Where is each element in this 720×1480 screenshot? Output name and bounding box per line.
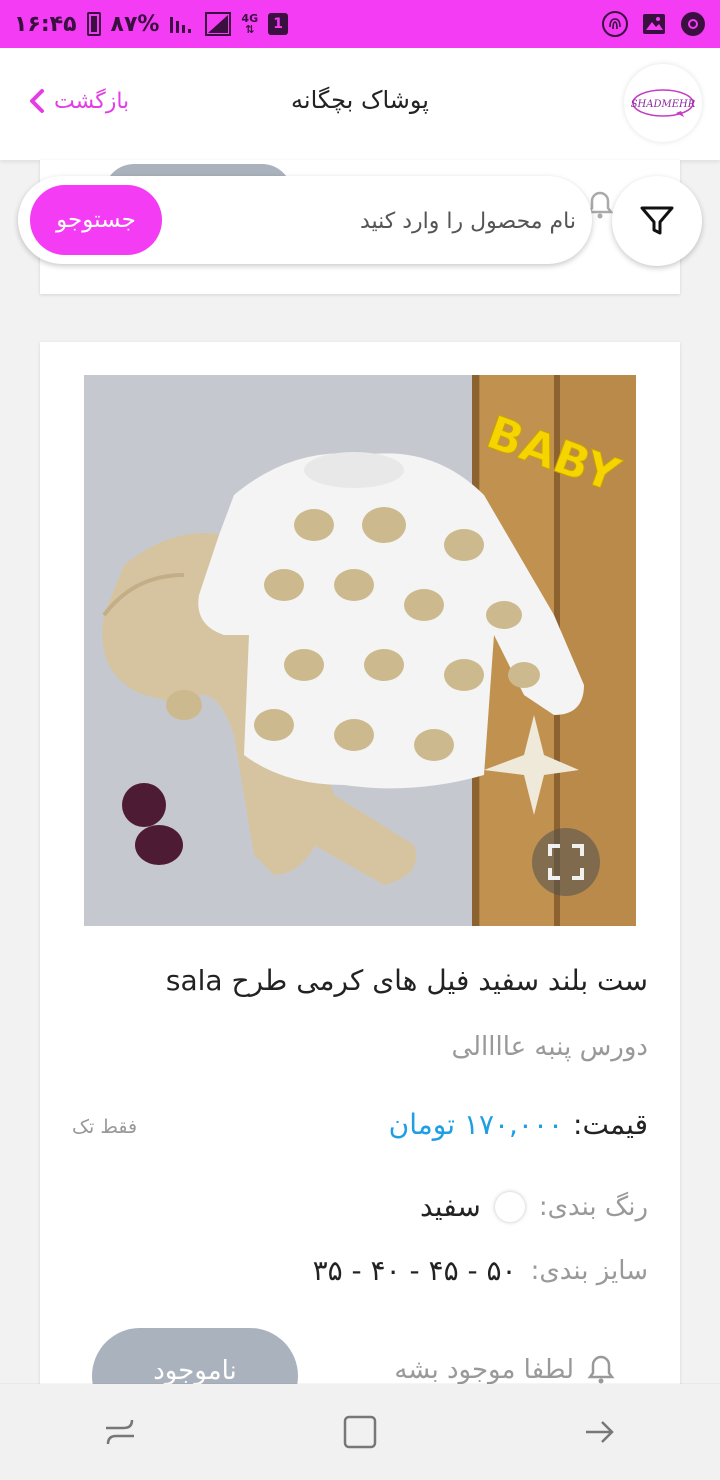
- chrome-icon: [680, 11, 706, 37]
- size-label: سایز بندی:: [530, 1255, 648, 1286]
- status-time: ۱۶:۴۵: [14, 11, 77, 37]
- color-label: رنگ بندی:: [538, 1191, 648, 1222]
- notify-label: لطفا موجود بشه: [394, 1355, 574, 1385]
- color-value: سفید: [420, 1190, 481, 1223]
- brand-logo[interactable]: SHADMEHR: [624, 64, 702, 142]
- price-row: قیمت: ۱۷۰,۰۰۰ تومان: [389, 1108, 648, 1141]
- navigation-bar: [0, 1384, 720, 1480]
- filter-icon: [640, 206, 674, 235]
- gallery-icon: [642, 13, 666, 35]
- sim-icon: 1: [268, 13, 289, 35]
- product-card: BABY ست بلند سفید فیل های کرمی طرح sala …: [40, 342, 680, 1442]
- product-subtitle: دورس پنبه عاااالی: [451, 1032, 648, 1062]
- product-title: ست بلند سفید فیل های کرمی طرح sala: [165, 964, 648, 997]
- search-input[interactable]: [178, 198, 578, 244]
- signal-icon: [205, 12, 232, 36]
- status-bar: ۱۶:۴۵ ۸۷% 4G ⇅ 1: [0, 0, 720, 48]
- expand-image-button[interactable]: [532, 828, 600, 896]
- app-header: بازگشت پوشاک بچگانه SHADMEHR: [0, 48, 720, 160]
- nav-back-button[interactable]: [560, 1392, 640, 1472]
- page-title: پوشاک بچگانه: [291, 86, 429, 114]
- battery-level: ۸۷%: [110, 11, 160, 37]
- color-row: رنگ بندی: سفید: [420, 1190, 648, 1223]
- recents-icon: [106, 1419, 134, 1445]
- search-bar: جستوجو: [18, 176, 592, 264]
- color-swatch: [494, 1191, 525, 1222]
- logo-icon: SHADMEHR: [631, 89, 696, 117]
- recents-button[interactable]: [80, 1392, 160, 1472]
- size-row: سایز بندی: ۳۵ - ۴۰ - ۴۵ - ۵۰: [313, 1254, 648, 1287]
- search-button[interactable]: جستوجو: [30, 185, 162, 255]
- fullscreen-icon: [548, 844, 584, 880]
- sale-type-label: فقط تک: [72, 1116, 138, 1138]
- filter-button[interactable]: [612, 176, 702, 266]
- fingerprint-icon: [602, 11, 628, 37]
- status-left: ۱۶:۴۵ ۸۷% 4G ⇅ 1: [14, 11, 289, 37]
- svg-text:SHADMEHR: SHADMEHR: [631, 99, 696, 110]
- battery-icon: [86, 12, 101, 36]
- bell-icon: [587, 1355, 615, 1384]
- price-label: قیمت:: [573, 1108, 648, 1141]
- status-right: [602, 11, 706, 37]
- signal-icon: [169, 13, 195, 35]
- product-image[interactable]: BABY: [84, 375, 636, 926]
- home-button[interactable]: [320, 1392, 400, 1472]
- network-4g-icon: 4G ⇅: [241, 12, 259, 36]
- size-value: ۳۵ - ۴۰ - ۴۵ - ۵۰: [312, 1254, 517, 1287]
- home-icon: [343, 1415, 377, 1449]
- arrow-right-icon: [586, 1421, 614, 1443]
- notify-button[interactable]: لطفا موجود بشه: [394, 1354, 616, 1386]
- price-value: ۱۷۰,۰۰۰ تومان: [388, 1108, 564, 1141]
